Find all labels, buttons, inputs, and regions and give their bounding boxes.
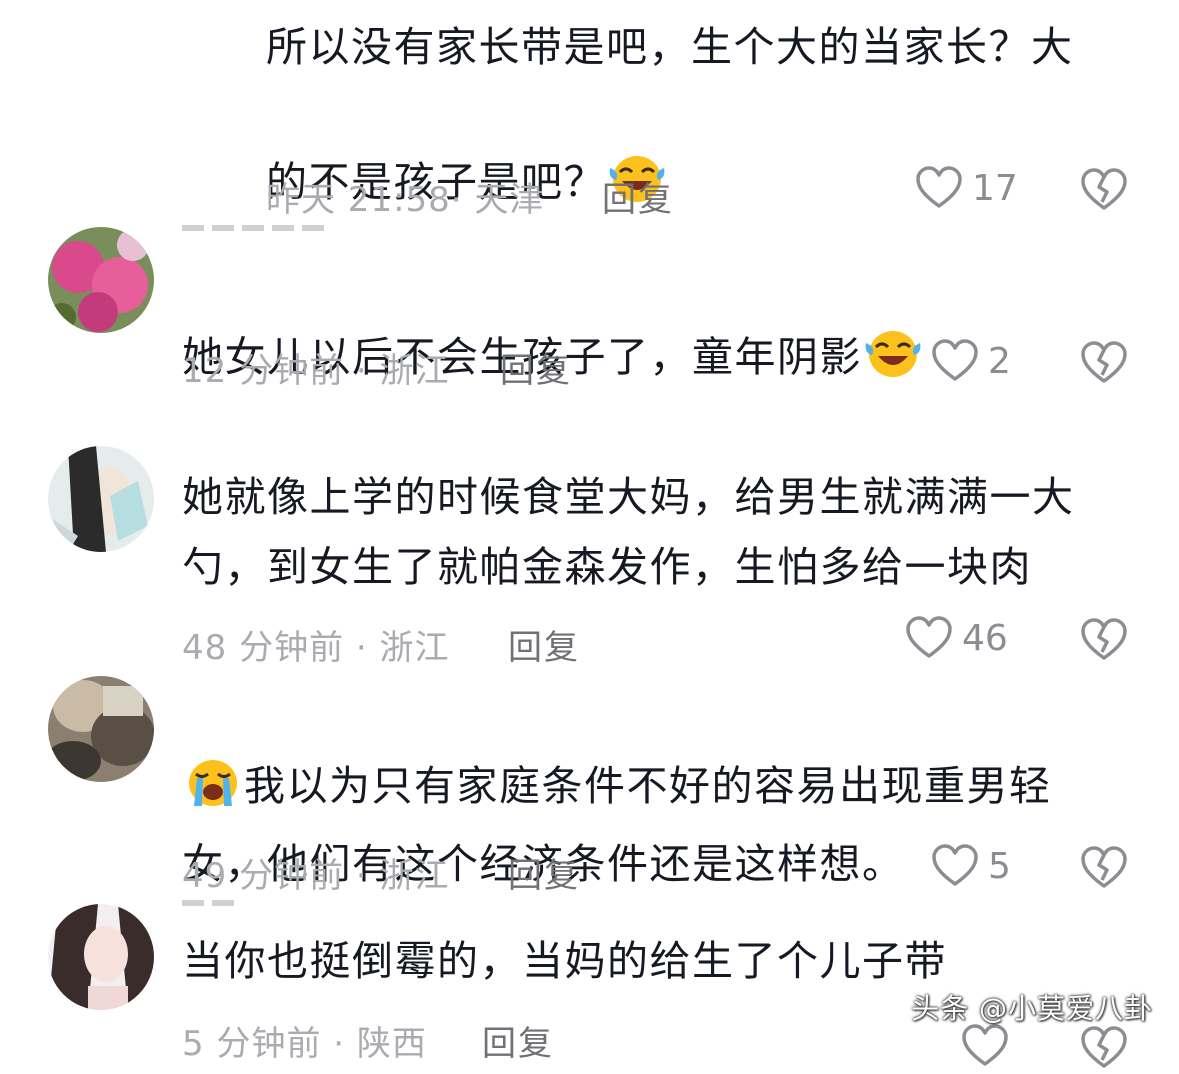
dislike-button[interactable] [1081,1026,1127,1074]
broken-heart-icon [1081,1026,1127,1068]
comment-location: 浙江 [379,856,450,896]
like-button[interactable]: 2 [932,339,1011,383]
comment-item: 我以为只有家庭条件不好的容易出现重男轻 女，他们有这个经济条件还是这样想。 49… [0,676,1179,896]
avatar[interactable] [48,446,154,552]
like-count: 17 [972,167,1018,209]
heart-icon [916,166,962,208]
comment-item: 她女儿以后不会生孩子了，童年阴影 12 分钟前 · 浙江 回复 2 [0,225,1179,425]
heart-icon [962,1024,1008,1066]
dislike-button[interactable] [1081,846,1127,894]
like-button[interactable]: 46 [906,616,1008,660]
reply-button[interactable]: 回复 [482,1016,554,1065]
comment-text: 她就像上学的时候食堂大妈，给男生就满满一大 勺，到女生了就帕金森发作，生怕多给一… [182,473,1075,591]
comment-item: 所以没有家长带是吧，生个大的当家长？大 的不是孩子是吧？ 昨天 21:58· 天… [0,0,1179,230]
comment-time: 昨天 21:58 [266,180,451,220]
broken-heart-icon [1081,341,1127,383]
like-button[interactable]: 17 [916,166,1018,210]
reply-button[interactable]: 回复 [508,848,580,897]
heart-icon [932,339,978,381]
watermark: 头条 @小莫爱八卦 [911,992,1153,1025]
reply-button[interactable]: 回复 [602,172,674,221]
heart-icon [932,844,978,886]
comment-location: 浙江 [379,351,450,391]
username-cut [182,225,332,231]
comment-item: 当你也挺倒霉的，当妈的给生了个儿子带 5 分钟前 · 陕西 回复 [0,900,1179,1068]
avatar[interactable] [48,676,154,782]
broken-heart-icon [1081,618,1127,660]
comment-time: 48 分钟前 [182,628,345,668]
like-count: 46 [962,617,1008,659]
avatar[interactable] [48,227,154,333]
comment-location: 天津 [474,180,545,220]
username-cut [182,900,238,906]
like-count: 5 [988,845,1011,887]
laugh-cry-emoji [864,257,922,400]
dislike-button[interactable] [1081,168,1127,216]
like-count: 2 [988,340,1011,382]
broken-heart-icon [1081,168,1127,210]
broken-heart-icon [1081,846,1127,888]
loudly-crying-emoji [184,686,242,829]
comment-time: 5 分钟前 [182,1024,322,1064]
avatar[interactable] [48,904,154,1010]
dislike-button[interactable] [1081,618,1127,666]
comment-meta: 48 分钟前 · 浙江 [182,628,450,668]
like-button[interactable]: 5 [932,844,1011,888]
comment-time: 12 分钟前 [182,351,345,391]
dislike-button[interactable] [1081,341,1127,389]
reply-button[interactable]: 回复 [500,343,572,392]
comment-text: 当你也挺倒霉的，当妈的给生了个儿子带 [182,937,947,985]
comment-location: 陕西 [356,1024,427,1064]
reply-button[interactable]: 回复 [508,620,580,669]
comment-meta: 12 分钟前 · 浙江 [182,351,450,391]
comment-meta: 5 分钟前 · 陕西 [182,1024,427,1064]
comment-time: 49 分钟前 [182,856,345,896]
comment-location: 浙江 [379,628,450,668]
comment-item: 她就像上学的时候食堂大妈，给男生就满满一大 勺，到女生了就帕金森发作，生怕多给一… [0,446,1179,669]
heart-icon [906,616,952,658]
comment-meta: 昨天 21:58· 天津 [266,180,545,220]
comment-meta: 49 分钟前 · 浙江 [182,856,450,896]
like-button[interactable] [962,1024,1008,1068]
